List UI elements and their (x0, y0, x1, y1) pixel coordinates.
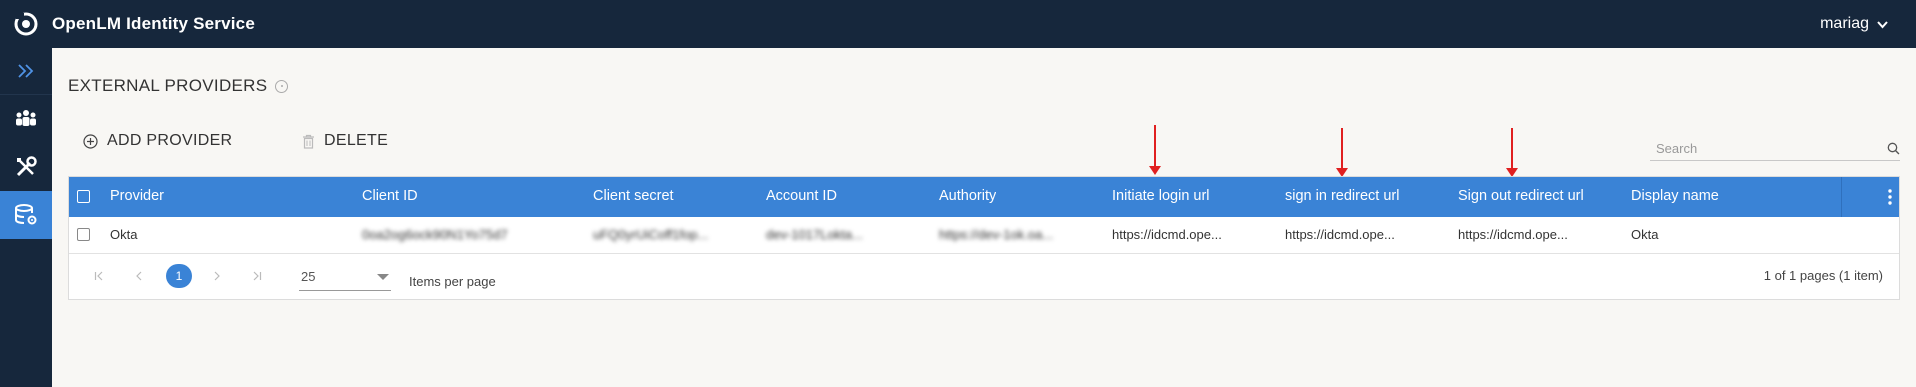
column-header-client-id[interactable]: Client ID (362, 188, 418, 204)
previous-page-button[interactable] (131, 268, 147, 284)
annotation-arrow (1506, 128, 1518, 177)
database-settings-icon (15, 204, 37, 225)
search-box (1650, 136, 1900, 161)
annotation-arrow (1149, 125, 1161, 175)
items-per-page-label: Items per page (409, 274, 496, 289)
column-header-sign-out-redirect-url[interactable]: Sign out redirect url (1458, 188, 1584, 204)
page-title: EXTERNAL PROVIDERS (68, 76, 289, 96)
user-menu[interactable]: mariag (1820, 0, 1888, 48)
users-group-icon (16, 110, 36, 126)
chevron-down-icon (1877, 21, 1888, 29)
page-number-button[interactable]: 1 (166, 264, 192, 288)
plus-circle-icon (83, 133, 98, 149)
table-row[interactable]: Okta 0oa2og6ock90N1Yo75d7 uFQ0yrUiCoff1f… (69, 217, 1899, 254)
dropdown-arrow-icon (377, 274, 389, 280)
cell-provider: Okta (110, 227, 138, 242)
pagination: 1 25 Items per page 1 of 1 pages (1 item… (69, 254, 1899, 300)
annotation-arrow (1336, 128, 1348, 177)
trash-icon (303, 134, 314, 149)
add-provider-button[interactable]: ADD PROVIDER (83, 132, 232, 150)
chevron-right-icon (214, 271, 220, 281)
user-name: mariag (1820, 15, 1869, 32)
last-page-button[interactable] (249, 268, 265, 284)
cell-authority: https://dev-1ok.oa... (939, 227, 1054, 242)
first-page-button[interactable] (91, 268, 107, 284)
info-icon[interactable] (275, 79, 289, 93)
sidebar-expand-button[interactable] (0, 48, 52, 95)
cell-sign-out-redirect-url: https://idcmd.ope... (1458, 227, 1568, 242)
select-all-checkbox[interactable] (77, 190, 90, 203)
top-bar: OpenLM Identity Service mariag (0, 0, 1916, 48)
column-header-client-secret[interactable]: Client secret (593, 188, 674, 204)
grid-header: Provider Client ID Client secret Account… (69, 177, 1899, 217)
cell-initiate-login-url: https://idcmd.ope... (1112, 227, 1222, 242)
tools-icon (16, 156, 37, 177)
openlm-logo-icon (14, 12, 38, 36)
column-header-sign-in-redirect-url[interactable]: sign in redirect url (1285, 188, 1399, 204)
last-page-icon (253, 271, 262, 281)
kebab-menu-icon (1888, 189, 1892, 205)
sidebar (0, 48, 52, 387)
page-title-text: EXTERNAL PROVIDERS (68, 76, 268, 95)
row-checkbox[interactable] (77, 228, 90, 241)
delete-label: DELETE (324, 132, 389, 149)
column-menu-button[interactable] (1841, 177, 1899, 217)
page-size-value: 25 (301, 269, 316, 284)
app-title: OpenLM Identity Service (52, 14, 255, 33)
pagination-info: 1 of 1 pages (1 item) (1763, 268, 1883, 283)
search-input[interactable] (1650, 140, 1888, 156)
double-chevron-right-icon (18, 64, 34, 78)
column-header-account-id[interactable]: Account ID (766, 188, 837, 204)
cell-client-id: 0oa2og6ock90N1Yo75d7 (362, 227, 508, 242)
cell-client-secret: uFQ0yrUiCoff1fop... (593, 227, 709, 242)
page-size-dropdown[interactable]: 25 (299, 264, 391, 291)
add-provider-label: ADD PROVIDER (107, 132, 233, 149)
cell-account-id: dev-1017Lokta... (766, 227, 863, 242)
delete-button[interactable]: DELETE (302, 132, 388, 150)
providers-grid: Provider Client ID Client secret Account… (68, 176, 1900, 300)
column-header-provider[interactable]: Provider (110, 188, 164, 204)
sidebar-item-users[interactable] (0, 95, 52, 143)
next-page-button[interactable] (209, 268, 225, 284)
column-header-authority[interactable]: Authority (939, 188, 996, 204)
first-page-icon (94, 271, 103, 281)
cell-sign-in-redirect-url: https://idcmd.ope... (1285, 227, 1395, 242)
cell-display-name: Okta (1631, 227, 1659, 242)
sidebar-item-tools[interactable] (0, 143, 52, 191)
sidebar-item-providers[interactable] (0, 191, 52, 239)
chevron-left-icon (136, 271, 142, 281)
column-header-display-name[interactable]: Display name (1631, 188, 1719, 204)
column-header-initiate-login-url[interactable]: Initiate login url (1112, 188, 1210, 204)
search-icon[interactable] (1887, 142, 1900, 155)
